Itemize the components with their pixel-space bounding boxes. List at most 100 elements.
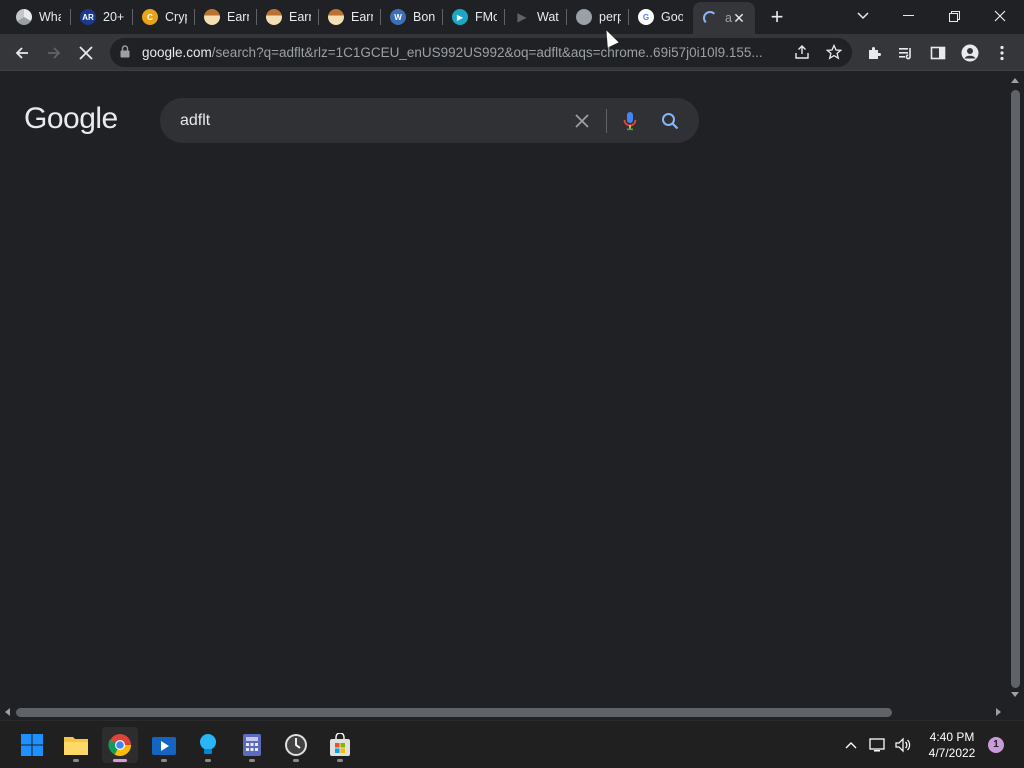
tab-search-button[interactable] [841,0,885,32]
tab-11[interactable]: G Goo [630,4,692,30]
scroll-left-arrow-icon[interactable] [5,708,10,716]
address-bar[interactable]: google.com/search?q=adflt&rlz=1C1GCEU_en… [110,38,852,67]
tab-8[interactable]: ▶ FMo [444,4,504,30]
tab-2[interactable]: AR 20+ [72,4,132,30]
tab-separator [442,9,443,25]
search-divider [606,109,607,133]
taskbar-indicator [337,759,343,762]
tab-4[interactable]: Earn [196,4,256,30]
notification-badge[interactable]: 1 [988,737,1004,753]
earn-icon [204,9,220,25]
vertical-scroll-thumb[interactable] [1011,90,1020,688]
play-gray-icon: ▶ [514,9,530,25]
tab-separator [628,9,629,25]
play-icon: ▶ [452,9,468,25]
wordpress-icon: W [390,9,406,25]
tab-title: Bon [413,10,435,24]
google-icon: G [638,9,654,25]
tab-separator [256,9,257,25]
media-player-icon[interactable] [146,727,182,763]
tab-title: Wat [537,10,559,24]
media-controls-icon[interactable] [893,40,919,66]
tab-title: Earn [227,10,249,24]
clock-app-icon[interactable] [278,727,314,763]
tab-title: FMo [475,10,497,24]
chrome-taskbar-icon[interactable] [102,727,138,763]
globe-icon [576,9,592,25]
page-content: Google [0,72,1007,704]
taskbar-indicator [293,759,299,762]
browser-toolbar: google.com/search?q=adflt&rlz=1C1GCEU_en… [0,34,1024,71]
search-icon[interactable] [657,108,683,134]
search-box[interactable] [160,98,699,143]
voice-search-mic-icon[interactable] [617,108,643,134]
side-panel-icon[interactable] [925,40,951,66]
horizontal-scroll-thumb[interactable] [16,708,892,717]
tab-separator [380,9,381,25]
restore-button[interactable] [932,0,976,32]
tab-3[interactable]: C Cryp [134,4,194,30]
tab-separator [132,9,133,25]
clear-search-icon[interactable] [569,108,595,134]
file-explorer-icon[interactable] [58,727,94,763]
scrollbar-corner [1007,704,1024,720]
earn-icon [266,9,282,25]
extensions-puzzle-icon[interactable] [861,40,887,66]
taskbar-indicator [249,759,255,762]
minimize-button[interactable] [886,0,930,32]
back-button[interactable] [9,40,35,66]
tab-title: Earn [351,10,373,24]
scroll-up-arrow-icon[interactable] [1011,78,1019,83]
taskbar-indicator [205,759,211,762]
windows-taskbar: 4:40 PM 4/7/2022 1 [0,720,1024,768]
scroll-down-arrow-icon[interactable] [1011,692,1019,697]
tab-1[interactable]: What [8,4,70,30]
tab-10[interactable]: perp [568,4,628,30]
ar-icon: AR [80,9,96,25]
bookmark-star-icon[interactable] [821,39,847,65]
tab-separator [318,9,319,25]
calculator-icon[interactable] [234,727,270,763]
scroll-right-arrow-icon[interactable] [996,708,1001,716]
tab-7[interactable]: W Bon [382,4,442,30]
share-icon[interactable] [789,39,815,65]
chrome-icon [16,9,32,25]
close-tab-icon[interactable]: ✕ [731,10,747,26]
tab-separator [194,9,195,25]
tab-active[interactable]: a ✕ [693,2,755,34]
tab-9[interactable]: ▶ Wat [506,4,566,30]
clock-time: 4:40 PM [929,730,975,744]
url-text[interactable]: google.com/search?q=adflt&rlz=1C1GCEU_en… [142,45,782,60]
close-window-button[interactable] [978,0,1022,32]
volume-icon[interactable] [893,735,913,755]
horizontal-scrollbar[interactable] [0,704,1007,720]
clock-date: 4/7/2022 [928,746,976,760]
tab-separator [504,9,505,25]
tab-separator [566,9,567,25]
tab-title: perp [599,10,621,24]
network-icon[interactable] [868,735,888,755]
show-hidden-icons-chevron-icon[interactable] [841,735,861,755]
tab-5[interactable]: Earn [258,4,318,30]
tab-title: Earn [289,10,311,24]
earn-icon [328,9,344,25]
tab-title: Goo [661,10,683,24]
tab-6[interactable]: Earn [320,4,380,30]
microsoft-store-icon[interactable] [322,727,358,763]
tab-title: What [39,10,61,24]
forward-button[interactable] [41,40,67,66]
profile-avatar-icon[interactable] [957,40,983,66]
system-clock[interactable]: 4:40 PM 4/7/2022 [916,729,988,761]
start-button[interactable] [14,727,50,763]
vertical-scrollbar[interactable] [1007,72,1024,704]
new-tab-button[interactable]: + [766,6,788,28]
tips-lightbulb-icon[interactable] [190,727,226,763]
menu-kebab-icon[interactable] [989,40,1015,66]
google-logo[interactable]: Google [24,102,118,136]
tab-separator [70,9,71,25]
stop-loading-button[interactable] [73,40,99,66]
taskbar-indicator [113,759,127,762]
lock-icon[interactable] [120,45,130,63]
search-input[interactable] [180,110,560,132]
loading-spinner-icon [703,11,717,25]
